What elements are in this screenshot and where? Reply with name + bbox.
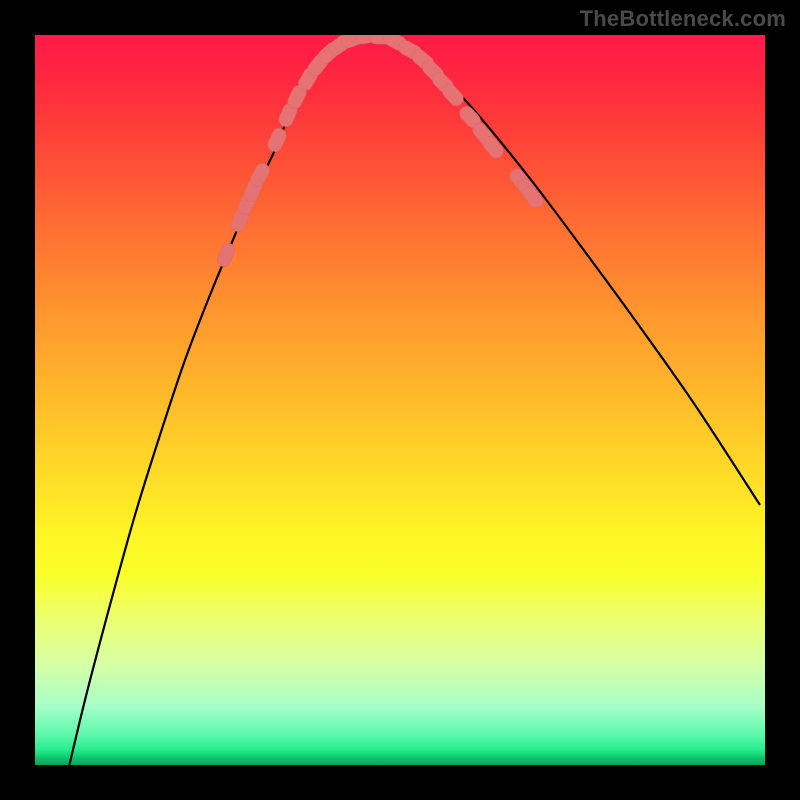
curve-marker xyxy=(215,241,237,269)
curve-marker xyxy=(266,126,289,154)
plot-area xyxy=(35,35,765,765)
bottleneck-curve xyxy=(60,36,760,765)
watermark-text: TheBottleneck.com xyxy=(580,6,786,32)
curve-markers xyxy=(215,35,546,269)
curve-layer xyxy=(35,35,765,765)
chart-frame: TheBottleneck.com xyxy=(0,0,800,800)
